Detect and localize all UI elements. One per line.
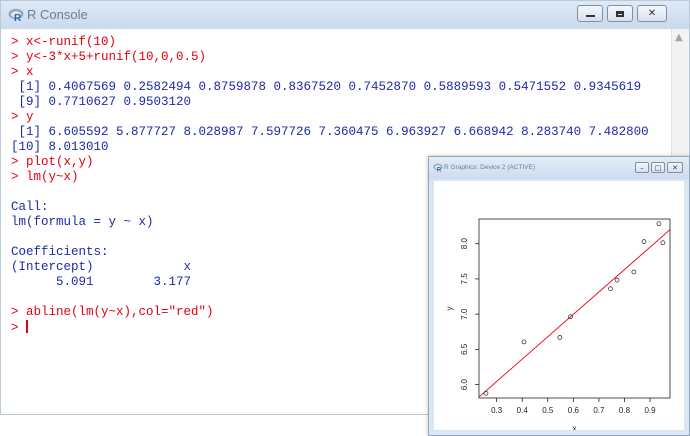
svg-text:R: R: [437, 166, 442, 172]
y-axis-label: y: [445, 307, 454, 311]
graphics-titlebar[interactable]: R R Graphics: Device 2 (ACTIVE) – □ ✕: [429, 157, 689, 179]
minimize-icon: [585, 15, 595, 17]
console-title: R Console: [27, 7, 88, 22]
graphics-minimize-button[interactable]: –: [635, 162, 649, 173]
maximize-icon: □: [654, 163, 662, 172]
graphics-title: R Graphics: Device 2 (ACTIVE): [444, 164, 536, 171]
y-tick-label: 7.5: [460, 273, 469, 285]
data-point: [614, 277, 620, 283]
x-tick-label: 0.6: [568, 406, 580, 415]
plot-box: [478, 218, 671, 399]
minimize-button[interactable]: [577, 5, 603, 22]
y-tick-label: 6.5: [460, 343, 469, 355]
data-point: [483, 390, 489, 396]
x-axis-label: x: [573, 424, 577, 430]
console-input-line: > x<-runif(10): [11, 35, 117, 49]
x-tick-label: 0.3: [491, 406, 503, 415]
console-input-line: > y<-3*x+5+runif(10,0,0.5): [11, 50, 207, 64]
console-input-line: > x: [11, 65, 34, 79]
console-titlebar[interactable]: R R Console ✕: [1, 1, 689, 29]
plot-canvas: 0.3 0.4 0.5 0.6 0.7 0.8 0.9 6.0 6.5 7.0 7.5 8.0 x y: [434, 181, 684, 430]
close-icon: ✕: [672, 163, 678, 172]
r-graphics-window: R R Graphics: Device 2 (ACTIVE) – □ ✕ 0.…: [428, 156, 690, 436]
data-point: [656, 221, 662, 227]
graphics-maximize-button[interactable]: □: [651, 162, 665, 173]
data-point: [660, 240, 666, 246]
x-tick-label: 0.7: [593, 406, 605, 415]
y-tick-label: 6.0: [460, 379, 469, 391]
x-tick-label: 0.8: [619, 406, 631, 415]
r-logo-icon: R: [433, 163, 443, 172]
data-point: [557, 335, 563, 340]
graphics-close-button[interactable]: ✕: [667, 162, 683, 173]
x-tick-label: 0.5: [542, 406, 554, 415]
y-tick-label: 7.0: [460, 308, 469, 320]
y-tick-label: 8.0: [460, 238, 469, 250]
svg-text:R: R: [14, 13, 22, 22]
scatter-plot: 0.3 0.4 0.5 0.6 0.7 0.8 0.9 6.0 6.5 7.0 7.5 8.0 x y: [445, 218, 671, 430]
scroll-up-icon[interactable]: ▲: [675, 32, 683, 43]
console-output-line: [9] 0.7710627 0.9503120: [11, 95, 192, 109]
data-point: [631, 269, 637, 275]
x-tick-label: 0.4: [517, 406, 529, 415]
console-output-line: [10] 8.013010: [11, 140, 109, 154]
data-point: [641, 239, 647, 244]
r-logo-icon: R: [8, 8, 24, 22]
maximize-button[interactable]: [607, 5, 633, 22]
text-cursor: [26, 320, 29, 333]
console-input-line: > y: [11, 110, 34, 124]
close-button[interactable]: ✕: [637, 5, 667, 22]
close-icon: ✕: [647, 8, 657, 19]
minimize-icon: –: [640, 163, 644, 172]
regression-line: [479, 229, 670, 398]
console-output-line: [1] 0.4067569 0.2582494 0.8759878 0.8367…: [11, 80, 642, 94]
prompt-symbol: >: [11, 321, 27, 335]
x-tick-label: 0.9: [644, 406, 656, 415]
console-output-line: [1] 6.605592 5.877727 8.028987 7.597726 …: [11, 125, 649, 139]
data-point: [521, 339, 527, 345]
data-point: [608, 286, 613, 292]
maximize-icon: [616, 10, 624, 17]
